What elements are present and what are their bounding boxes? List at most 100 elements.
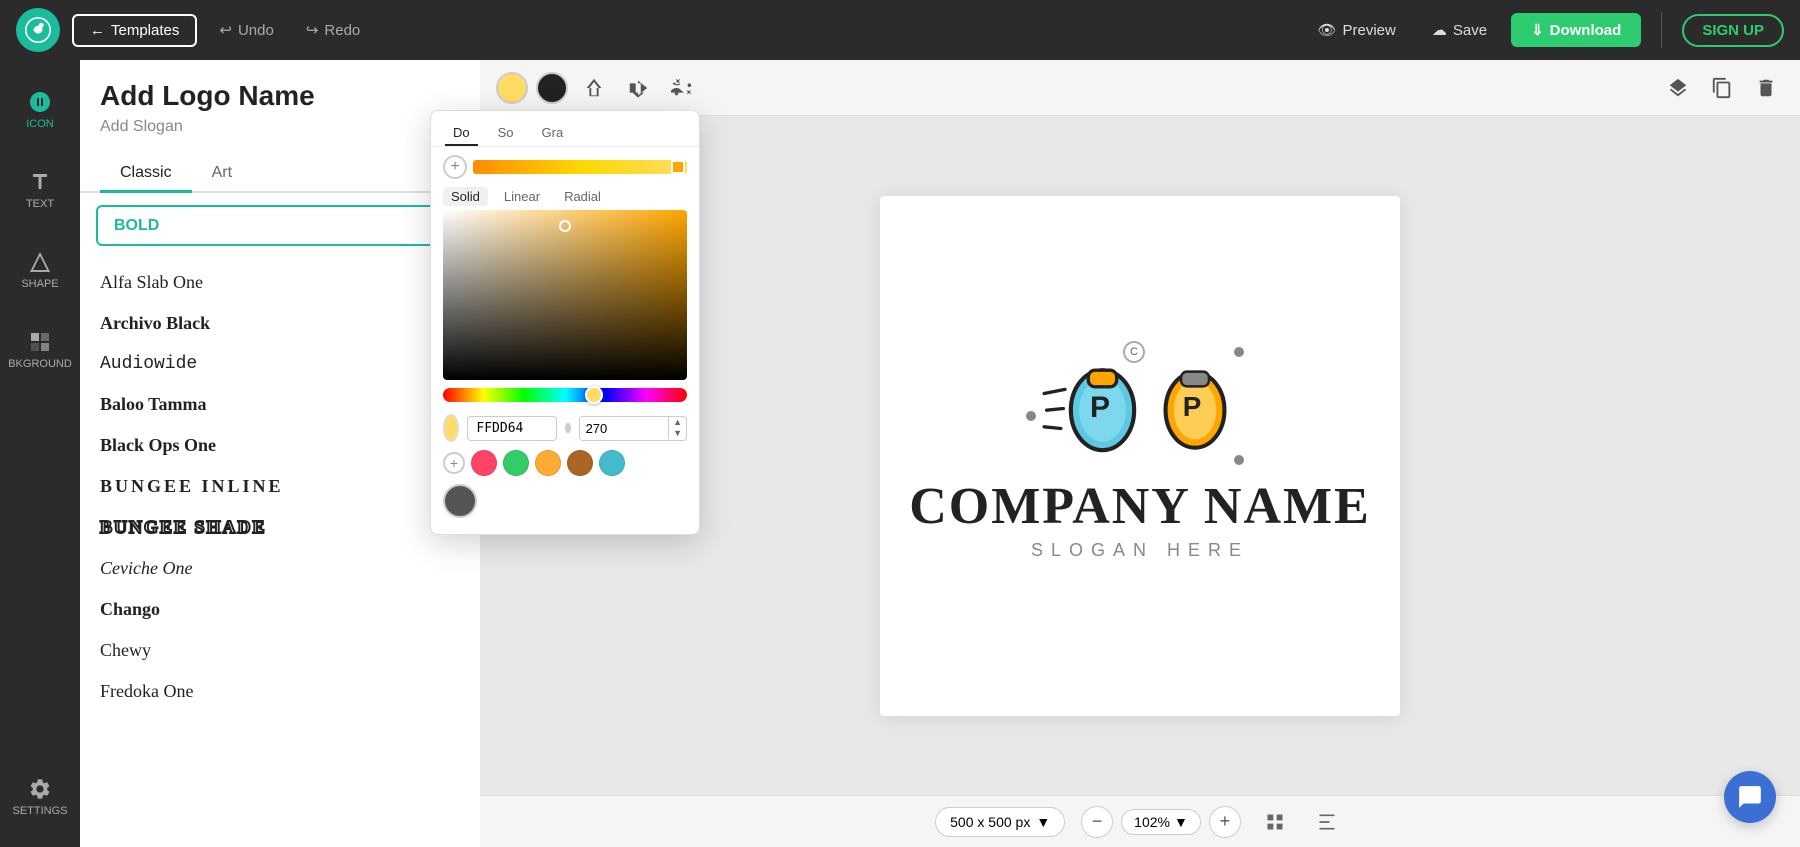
- sidebar-item-background[interactable]: BKGROUND: [0, 310, 80, 390]
- sidebar-bg-label: BKGROUND: [8, 358, 72, 370]
- top-nav: ← Templates ↩ Undo ↪ Redo 👁 Preview ☁ Sa…: [0, 0, 1800, 60]
- color-gradient-picker[interactable]: [443, 210, 687, 380]
- opacity-up-button[interactable]: ▲: [669, 417, 686, 428]
- list-item[interactable]: Fredoka One: [80, 671, 480, 712]
- canvas-workspace[interactable]: P P C COMPANY NAME SLOGAN HERE: [880, 196, 1400, 716]
- recent-color-swatch[interactable]: [535, 450, 561, 476]
- layers-button[interactable]: [1660, 70, 1696, 106]
- sidebar-item-shape[interactable]: SHAPE: [0, 230, 80, 310]
- list-item[interactable]: Alfa Slab One: [80, 262, 480, 303]
- list-item[interactable]: Chango: [80, 589, 480, 630]
- main-layout: ICON TEXT SHAPE BKGROUND SETTINGS Add Lo…: [0, 60, 1800, 847]
- corner-dot-tr: [1234, 347, 1244, 357]
- list-item[interactable]: BUNGEE INLINE: [80, 466, 480, 507]
- picker-linear-tab[interactable]: Linear: [496, 187, 548, 206]
- eye-icon: 👁: [1317, 21, 1336, 39]
- picker-dot: [565, 423, 570, 433]
- size-selector[interactable]: 500 x 500 px ▼: [935, 807, 1065, 837]
- sidebar-settings-label: SETTINGS: [12, 805, 67, 817]
- duplicate-button[interactable]: [1704, 70, 1740, 106]
- sidebar-item-settings[interactable]: SETTINGS: [0, 757, 80, 837]
- sidebar-item-icon[interactable]: ICON: [0, 70, 80, 150]
- recent-color-swatch[interactable]: [599, 450, 625, 476]
- list-item[interactable]: BUNGEE SHADE: [80, 507, 480, 548]
- whistle-right-icon: P: [1150, 356, 1240, 456]
- slogan-text[interactable]: SLOGAN HERE: [1031, 540, 1249, 561]
- picker-cursor: [559, 220, 571, 232]
- preview-button[interactable]: 👁 Preview: [1305, 15, 1407, 45]
- dark-color-swatch[interactable]: [443, 484, 477, 518]
- picker-hex-swatch[interactable]: [443, 414, 459, 442]
- icon-sidebar: ICON TEXT SHAPE BKGROUND SETTINGS: [0, 60, 80, 847]
- effects-button[interactable]: [664, 70, 700, 106]
- undo-button[interactable]: ↩ Undo: [209, 15, 283, 45]
- chevron-down-icon: ▼: [1036, 814, 1050, 830]
- list-item[interactable]: Black Ops One: [80, 425, 480, 466]
- corner-dot-br: [1234, 455, 1244, 465]
- size-label: 500 x 500 px: [950, 814, 1030, 830]
- picker-tabs: Do So Gra: [431, 111, 699, 147]
- sidebar-text-label: TEXT: [26, 198, 54, 210]
- zoom-in-button[interactable]: +: [1209, 806, 1241, 838]
- download-button[interactable]: ⇓ Download: [1511, 13, 1641, 47]
- picker-tab-so[interactable]: So: [490, 121, 522, 146]
- color-picker-popup: Do So Gra + Solid Linear Radial: [430, 110, 700, 535]
- recent-color-swatch[interactable]: [567, 450, 593, 476]
- primary-color-swatch[interactable]: [496, 72, 528, 104]
- list-item[interactable]: Audiowide: [80, 344, 480, 384]
- picker-radial-tab[interactable]: Radial: [556, 187, 609, 206]
- chevron-down-icon: ▼: [1174, 814, 1188, 830]
- templates-button[interactable]: ← Templates: [72, 14, 197, 47]
- opacity-down-button[interactable]: ▼: [669, 428, 686, 439]
- opacity-wrapper: ▲ ▼: [579, 416, 687, 441]
- rotate-handle[interactable]: C: [1123, 341, 1145, 363]
- chat-button[interactable]: [1724, 771, 1776, 823]
- opacity-input[interactable]: [580, 417, 669, 440]
- align-button[interactable]: [1309, 804, 1345, 840]
- nav-divider: [1661, 12, 1662, 48]
- tab-art[interactable]: Art: [192, 156, 252, 193]
- hue-bar[interactable]: [443, 388, 687, 402]
- grid-button[interactable]: [1257, 804, 1293, 840]
- corner-dot-bl: [1026, 411, 1036, 421]
- list-item[interactable]: Chewy: [80, 630, 480, 671]
- save-button[interactable]: ☁ Save: [1420, 15, 1499, 45]
- undo-icon: ↩: [219, 21, 232, 39]
- signup-button[interactable]: SIGN UP: [1682, 14, 1784, 47]
- company-name-text[interactable]: COMPANY NAME: [909, 477, 1371, 536]
- secondary-color-swatch[interactable]: [536, 72, 568, 104]
- sidebar-item-text[interactable]: TEXT: [0, 150, 80, 230]
- picker-solid-tabs: Solid Linear Radial: [431, 183, 699, 210]
- flip-horizontal-button[interactable]: [576, 70, 612, 106]
- picker-recent-row: +: [431, 446, 699, 480]
- delete-button[interactable]: [1748, 70, 1784, 106]
- font-list: Alfa Slab One Archivo Black Audiowide Ba…: [80, 258, 480, 847]
- list-item[interactable]: Ceviche One: [80, 548, 480, 589]
- font-style-select[interactable]: BOLD REGULAR ITALIC: [96, 205, 464, 246]
- flip-vertical-button[interactable]: [620, 70, 656, 106]
- hex-input[interactable]: [467, 416, 557, 441]
- save-label: Save: [1453, 22, 1487, 39]
- picker-tab-gra[interactable]: Gra: [534, 121, 572, 146]
- recent-color-swatch[interactable]: [471, 450, 497, 476]
- picker-add-color-button[interactable]: +: [443, 155, 467, 179]
- picker-tab-do[interactable]: Do: [445, 121, 478, 146]
- recent-color-swatch[interactable]: [503, 450, 529, 476]
- zoom-controls: − 102% ▼ +: [1081, 806, 1241, 838]
- opacity-arrows: ▲ ▼: [668, 417, 686, 439]
- back-arrow-icon: ←: [90, 22, 105, 39]
- tab-classic[interactable]: Classic: [100, 156, 192, 193]
- zoom-level[interactable]: 102% ▼: [1121, 809, 1201, 835]
- list-item[interactable]: Archivo Black: [80, 303, 480, 344]
- svg-text:P: P: [1090, 390, 1110, 423]
- font-panel: Add Logo Name Add Slogan Classic Art BOL…: [80, 60, 480, 847]
- picker-solid-tab[interactable]: Solid: [443, 187, 488, 206]
- add-recent-color-button[interactable]: +: [443, 452, 465, 474]
- zoom-out-button[interactable]: −: [1081, 806, 1113, 838]
- list-item[interactable]: Baloo Tamma: [80, 384, 480, 425]
- templates-label: Templates: [111, 22, 179, 39]
- cloud-icon: ☁: [1432, 21, 1447, 39]
- redo-button[interactable]: ↪ Redo: [296, 15, 370, 45]
- app-logo[interactable]: [16, 8, 60, 52]
- whistle-left-icon: P: [1040, 351, 1140, 461]
